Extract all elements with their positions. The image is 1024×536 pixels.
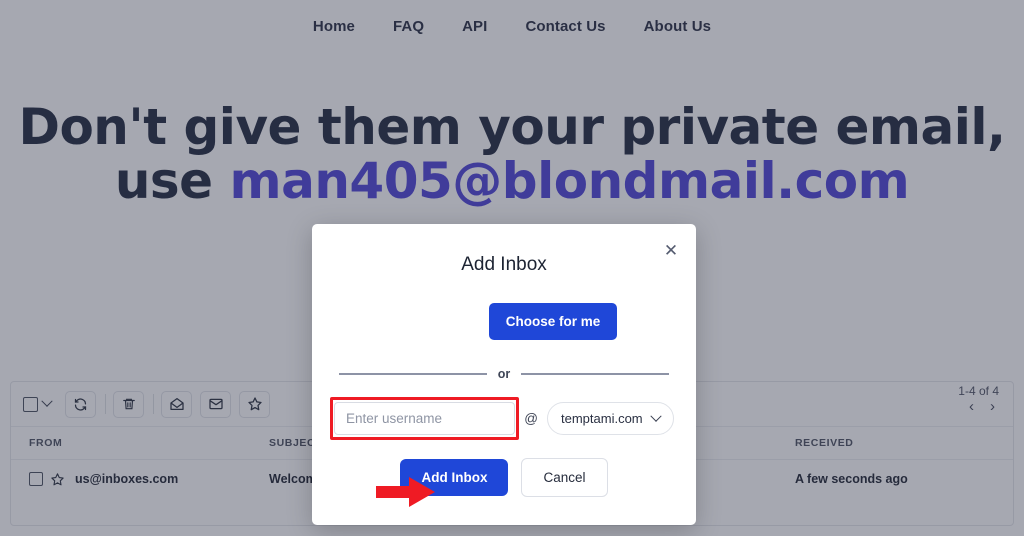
dialog-title: Add Inbox	[461, 254, 547, 275]
add-inbox-dialog: ✕ Add Inbox Choose for me or @ temptami.…	[312, 224, 696, 525]
red-arrow-right-icon	[376, 477, 435, 507]
username-input[interactable]	[334, 402, 516, 435]
app-screen: Home FAQ API Contact Us About Us Don't g…	[0, 0, 1024, 536]
domain-select-value: temptami.com	[561, 411, 643, 426]
username-field-row: @ temptami.com	[330, 397, 674, 440]
dialog-actions: Add Inbox Cancel	[312, 458, 696, 497]
choose-for-me-button[interactable]: Choose for me	[488, 303, 618, 340]
divider-line-left	[339, 373, 487, 375]
cancel-button[interactable]: Cancel	[521, 458, 608, 497]
or-label: or	[497, 367, 511, 381]
or-divider: or	[339, 367, 669, 381]
close-icon[interactable]: ✕	[660, 239, 682, 261]
divider-line-right	[521, 373, 669, 375]
domain-select[interactable]: temptami.com	[547, 402, 674, 435]
at-symbol: @	[524, 411, 538, 426]
chevron-down-icon	[650, 410, 662, 422]
